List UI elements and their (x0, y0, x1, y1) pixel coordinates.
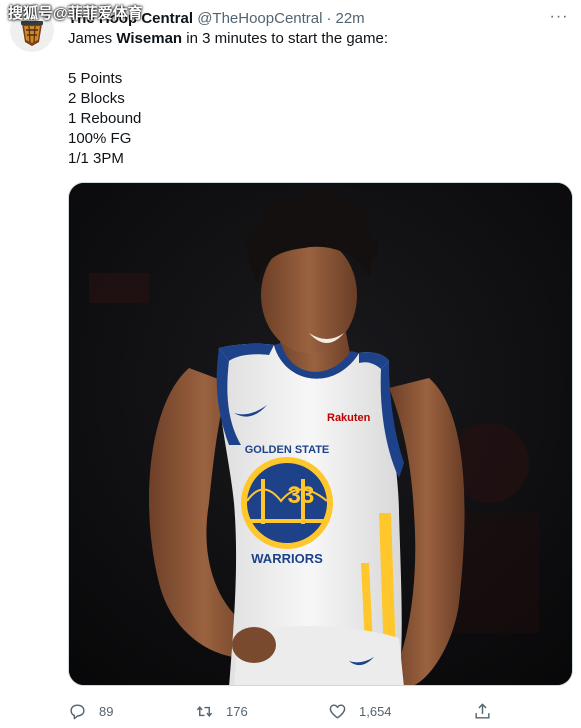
tweet-text: James Wiseman in 3 minutes to start the … (68, 29, 548, 169)
tweet-line: 100% FG (68, 130, 132, 147)
author-handle[interactable]: @TheHoopCentral (197, 10, 322, 27)
tweet-line: James Wiseman in 3 minutes to start the … (68, 30, 389, 47)
like-count: 1,654 (359, 703, 392, 719)
sponsor-text: Rakuten (327, 412, 371, 424)
reply-count: 89 (99, 703, 114, 719)
tweet-photo[interactable]: Rakuten 33 GOLDEN STATE WARRIORS (68, 182, 573, 686)
tweet-line (68, 49, 548, 69)
jersey-number: 33 (288, 482, 315, 509)
tweet-line: 5 Points (68, 70, 123, 87)
separator-dot: · (326, 10, 332, 27)
jersey-logo-bottom: WARRIORS (251, 551, 323, 566)
tweet-timestamp[interactable]: 22m (335, 10, 364, 27)
reply-icon (70, 703, 85, 719)
watermark: 搜狐号@菲菲爱体育 (8, 5, 143, 22)
tweet-line: 1 Rebound (68, 110, 142, 127)
retweet-button[interactable]: 176 (195, 698, 248, 724)
player-photo: Rakuten 33 GOLDEN STATE WARRIORS (69, 183, 572, 685)
reply-button[interactable]: 89 (68, 698, 113, 724)
jersey-logo-top: GOLDEN STATE (245, 444, 330, 456)
tweet-line: 1/1 3PM (68, 150, 124, 167)
tweet-line: 2 Blocks (68, 90, 125, 107)
tweet-action-bar: 89 176 1,654 (60, 698, 560, 724)
retweet-count: 176 (226, 703, 248, 719)
retweet-icon (196, 705, 213, 717)
share-button[interactable] (473, 698, 504, 724)
share-icon (475, 702, 490, 719)
more-options-button[interactable]: ··· (547, 8, 571, 28)
heart-icon (329, 703, 346, 719)
like-button[interactable]: 1,654 (328, 698, 392, 724)
